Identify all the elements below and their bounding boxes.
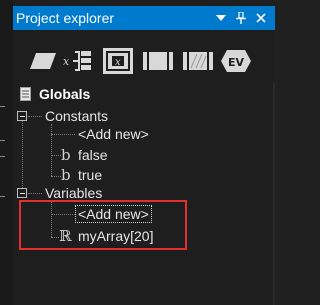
assignment-x-text: x (63, 55, 70, 68)
highlight-annotation-box (19, 200, 187, 250)
edge-tick (0, 140, 5, 141)
hatched-block-icon (183, 52, 213, 70)
close-button[interactable] (253, 9, 269, 27)
ev-tool-text: EV (228, 56, 245, 69)
edge-tick (0, 196, 5, 197)
block-tool[interactable] (143, 48, 173, 74)
constant-true-item[interactable]: true (78, 167, 102, 183)
tree-connector (22, 112, 23, 192)
call-x-text: x (115, 57, 121, 68)
explorer-toolbar: x x EV (13, 42, 275, 80)
document-icon (20, 87, 31, 101)
pin-button[interactable] (233, 9, 249, 27)
block-icon (143, 52, 173, 70)
ev-tool[interactable]: EV (221, 48, 251, 74)
project-tree: Globals Constants <Add new> b false b tr… (13, 82, 275, 305)
variables-collapse-toggle[interactable] (17, 188, 27, 198)
boolean-type-icon: b (61, 146, 71, 164)
constants-node-label[interactable]: Constants (45, 108, 108, 124)
tree-connector (51, 124, 52, 176)
hatched-block-tool[interactable] (183, 48, 213, 74)
tree-connector (28, 193, 42, 194)
tree-scrollbar[interactable] (273, 82, 275, 305)
call-tool[interactable]: x (103, 48, 133, 74)
tree-connector (51, 134, 75, 135)
assignment-tool[interactable]: x (63, 48, 93, 74)
call-icon: x (103, 48, 133, 74)
boolean-type-icon: b (61, 166, 71, 184)
edge-tick (0, 156, 5, 157)
constant-false-item[interactable]: false (78, 147, 108, 163)
chevron-down-icon (216, 15, 226, 21)
tree-connector (28, 116, 42, 117)
tree-connector (51, 155, 61, 156)
project-explorer-panel: Project explorer x x EV Globals Constant… (13, 0, 275, 305)
close-icon (256, 13, 266, 23)
panel-title: Project explorer (16, 10, 115, 26)
panel-title-bar: Project explorer (13, 6, 275, 30)
parallelogram-icon (30, 53, 56, 69)
constants-add-new[interactable]: <Add new> (78, 126, 149, 142)
tree-connector (51, 176, 61, 177)
assignment-icon: x (63, 51, 91, 71)
tree-root-label: Globals (39, 86, 91, 102)
variables-node-label[interactable]: Variables (45, 185, 102, 201)
left-edge-strip (0, 0, 13, 305)
pin-icon (236, 12, 246, 24)
dropdown-menu-button[interactable] (213, 9, 229, 27)
ev-tool-icon: EV (221, 50, 251, 72)
constants-collapse-toggle[interactable] (17, 111, 27, 121)
edge-tick (0, 106, 5, 107)
parallelogram-tool[interactable] (29, 48, 57, 74)
